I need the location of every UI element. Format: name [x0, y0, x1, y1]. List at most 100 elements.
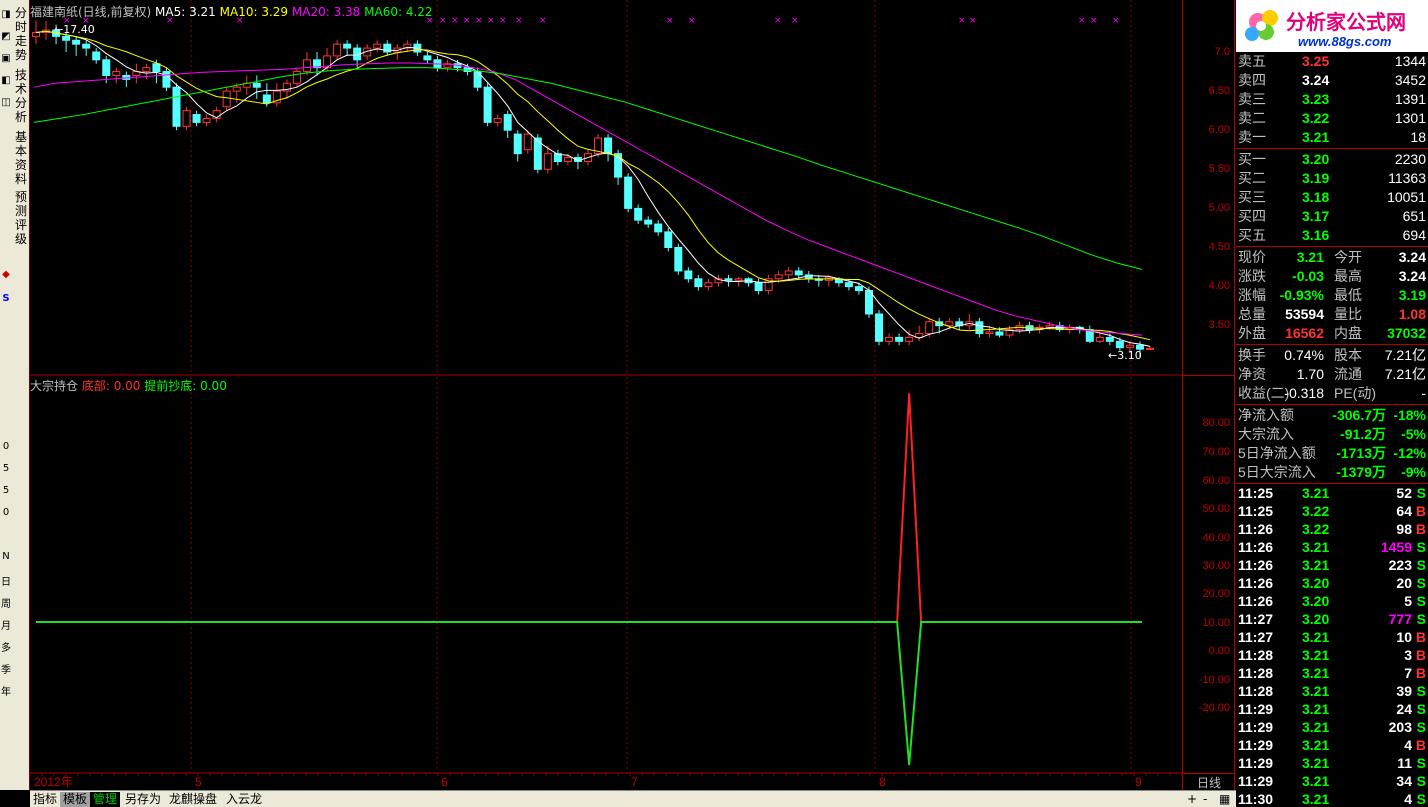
quote-value: 53594: [1285, 306, 1324, 322]
tool-month[interactable]: 月: [0, 620, 12, 634]
tick-time: 11:26: [1238, 557, 1274, 573]
candle-body: [694, 278, 703, 288]
flow-value: -1379万: [1336, 464, 1386, 480]
tab-indicator[interactable]: 指标: [30, 792, 60, 807]
zoom-in-icon[interactable]: +: [1184, 792, 1200, 807]
tick-time: 11:28: [1238, 683, 1274, 699]
tab-longqi[interactable]: 龙麒操盘: [166, 792, 220, 807]
tick-price: 3.21: [1302, 719, 1330, 735]
flow-row: 5日大宗流入 -1379万 -9%: [1236, 463, 1428, 481]
tab-save-as[interactable]: 另存为: [122, 792, 164, 807]
tool-year[interactable]: 年: [0, 686, 12, 700]
tick-row: 11:30 3.21 4 S: [1236, 790, 1428, 807]
flow-pct: -12%: [1393, 445, 1426, 461]
tab-manage[interactable]: 管理: [90, 792, 121, 807]
price-tick: 3.50: [1208, 319, 1230, 331]
kline-chart[interactable]: 2012年 5 6 7 8 9× × × × × × × × × × × × × × × × × × × × × ×: [30, 0, 1183, 790]
ind-tick: -10.00: [1198, 674, 1230, 686]
price-tick: 6.00: [1208, 124, 1230, 136]
tool-multi[interactable]: 多: [0, 642, 12, 656]
candle-body: [724, 278, 733, 281]
tool-label[interactable]: N: [0, 550, 12, 564]
ind-tick: 50.00: [1202, 503, 1230, 515]
quote-label: 换手: [1238, 347, 1266, 363]
tool-week[interactable]: 周: [0, 598, 12, 612]
tab-technical[interactable]: 技术分析: [13, 68, 29, 124]
ind-tick: 30.00: [1202, 560, 1230, 572]
candle-body: [1146, 347, 1154, 350]
tool-icon[interactable]: ◩: [0, 30, 12, 44]
zoom-out-icon[interactable]: -: [1200, 792, 1210, 807]
site-logo: 分析家公式网 www.88gs.com: [1236, 0, 1428, 52]
bid-price: 3.18: [1302, 189, 1330, 205]
bid-label: 买一: [1238, 151, 1266, 167]
x-tick-label: 2012年: [34, 775, 73, 789]
quote-row: 涨跌 -0.03 最高 3.24: [1236, 267, 1428, 285]
candle-body: [72, 39, 81, 45]
tick-price: 3.21: [1302, 791, 1330, 807]
bid-price: 3.17: [1302, 208, 1330, 224]
tick-volume: 10: [1396, 629, 1412, 645]
price-tick: 6.50: [1208, 85, 1230, 97]
price-tick: 5.50: [1208, 163, 1230, 175]
tool-label[interactable]: 5: [0, 462, 12, 476]
quote-value: 3.24: [1398, 249, 1426, 265]
x-tick-label: 8: [879, 775, 886, 789]
tick-side: B: [1415, 737, 1426, 753]
flow-pct: -5%: [1401, 426, 1426, 442]
quote-label: 股本: [1334, 347, 1362, 363]
tab-fundamentals[interactable]: 基本资料: [13, 130, 29, 186]
quote-label: PE(动): [1334, 385, 1376, 401]
tick-side: S: [1416, 719, 1426, 735]
tool-icon[interactable]: ◆: [0, 268, 12, 282]
tick-row: 11:26 3.20 20 S: [1236, 574, 1428, 592]
tool-icon[interactable]: ◫: [0, 96, 12, 110]
candle-body: [634, 207, 643, 221]
candle-body: [563, 157, 572, 162]
signal-mark: ×: [463, 16, 471, 26]
tab-ruyunlong[interactable]: 入云龙: [223, 792, 265, 807]
tool-season[interactable]: 季: [0, 664, 12, 678]
signal-mark: ×: [1090, 16, 1098, 26]
bid-price: 3.20: [1302, 151, 1330, 167]
period-label[interactable]: 日线: [1183, 773, 1235, 790]
bid-volume: 694: [1402, 227, 1426, 243]
tool-icon[interactable]: ◨: [0, 8, 12, 22]
flow-row: 5日净流入额 -1713万 -12%: [1236, 444, 1428, 462]
tick-price: 3.21: [1302, 737, 1330, 753]
ask-label: 卖三: [1238, 91, 1266, 107]
candle-body: [222, 90, 231, 108]
candle-body: [333, 43, 342, 57]
tick-price: 3.21: [1302, 485, 1330, 501]
quote-value: 3.19: [1398, 287, 1426, 303]
price-tick: 7.0: [1214, 46, 1230, 58]
tab-intraday[interactable]: 分时走势: [13, 6, 29, 62]
tool-icon[interactable]: S: [0, 292, 12, 306]
quote-row: 收益(二) -0.318 PE(动) -: [1236, 384, 1428, 402]
tool-icon[interactable]: ▣: [0, 52, 12, 66]
bottom-toolbar: 指标 模板 管理 另存为 龙麒操盘 入云龙 + - ▦: [30, 790, 1236, 807]
stock-title: 福建南纸(日线,前复权): [30, 5, 152, 19]
quote-value: 7.21亿: [1384, 366, 1426, 382]
tick-side: S: [1416, 701, 1426, 717]
candle-body: [885, 336, 894, 342]
tool-label[interactable]: 5: [0, 484, 12, 498]
x-tick-label: 5: [195, 775, 202, 789]
candle-body: [895, 336, 904, 342]
indicator-early-bottom-line: [36, 621, 1142, 766]
tool-label[interactable]: 0: [0, 506, 12, 520]
tool-day[interactable]: 日: [0, 576, 12, 590]
quote-label: 流通: [1334, 366, 1362, 382]
tick-side: B: [1415, 503, 1426, 519]
ind-tick: 40.00: [1202, 532, 1230, 544]
tab-forecast[interactable]: 预测评级: [13, 190, 29, 246]
ind-tick: 20.00: [1202, 588, 1230, 600]
grid-icon[interactable]: ▦: [1216, 792, 1233, 807]
tool-label[interactable]: 0: [0, 440, 12, 454]
tool-icon[interactable]: ◧: [0, 74, 12, 88]
quote-value: 0.74%: [1284, 347, 1324, 363]
chart-area[interactable]: 2012年 5 6 7 8 9 × × × × × × × × × × × × × × × × × × × × × × 福建南纸(日线…: [30, 0, 1183, 790]
quote-label: 净资: [1238, 366, 1266, 382]
candle-body: [232, 86, 241, 92]
tab-template[interactable]: 模板: [60, 792, 91, 807]
